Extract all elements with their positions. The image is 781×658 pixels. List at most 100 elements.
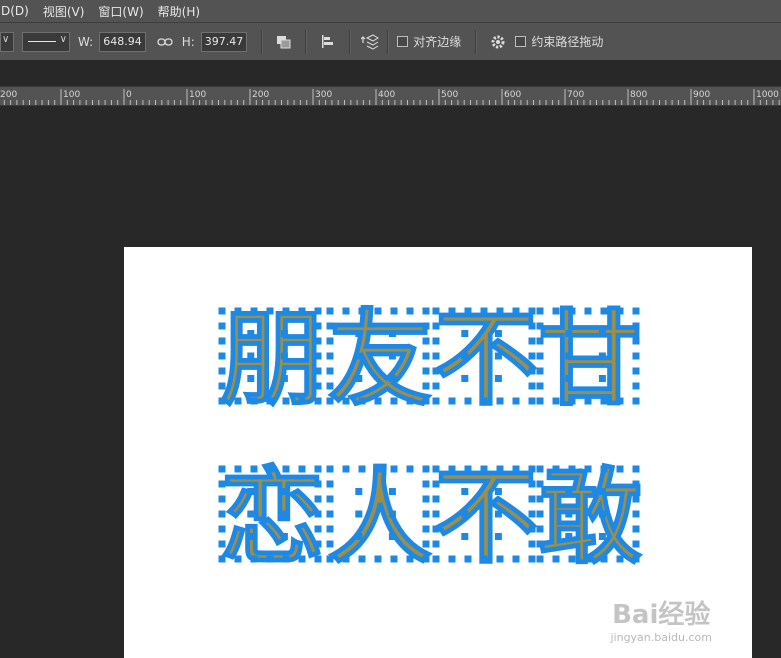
anchor-point[interactable] (494, 510, 502, 518)
anchor-point[interactable] (218, 510, 226, 518)
anchor-point[interactable] (314, 307, 322, 315)
anchor-point[interactable] (250, 397, 258, 405)
anchor-point[interactable] (326, 510, 334, 518)
path-alignment-icon[interactable] (319, 33, 337, 51)
anchor-point[interactable] (390, 465, 398, 473)
anchor-point[interactable] (358, 555, 366, 563)
anchor-point[interactable] (432, 555, 440, 563)
menu-item-help[interactable]: 帮助(H) (158, 3, 208, 20)
anchor-point[interactable] (598, 488, 606, 495)
anchor-point[interactable] (565, 330, 573, 337)
anchor-point[interactable] (480, 465, 488, 473)
anchor-point[interactable] (528, 465, 536, 473)
anchor-point[interactable] (565, 352, 573, 360)
anchor-point[interactable] (432, 352, 440, 360)
constrain-path-checkbox[interactable] (515, 36, 527, 47)
anchor-point[interactable] (247, 510, 255, 518)
anchor-point[interactable] (632, 337, 640, 345)
anchor-point[interactable] (464, 397, 472, 405)
anchor-point[interactable] (632, 495, 640, 503)
anchor-point[interactable] (314, 540, 322, 548)
anchor-point[interactable] (528, 382, 536, 390)
anchor-point[interactable] (494, 533, 502, 540)
anchor-point[interactable] (616, 465, 624, 473)
menu-item-window[interactable]: 窗口(W) (98, 3, 151, 20)
anchor-point[interactable] (528, 555, 536, 563)
link-icon[interactable] (156, 33, 174, 51)
anchor-point[interactable] (565, 488, 573, 495)
anchor-point[interactable] (342, 307, 350, 315)
anchor-point[interactable] (616, 555, 624, 563)
anchor-point[interactable] (598, 352, 606, 360)
anchor-point[interactable] (422, 525, 430, 533)
height-input[interactable]: 397.47 (200, 31, 248, 52)
anchor-point[interactable] (528, 510, 536, 518)
anchor-point[interactable] (461, 352, 469, 360)
anchor-point[interactable] (298, 397, 306, 405)
anchor-point[interactable] (464, 307, 472, 315)
anchor-point[interactable] (598, 533, 606, 540)
anchor-point[interactable] (280, 510, 288, 518)
anchor-point[interactable] (632, 397, 640, 405)
anchor-point[interactable] (314, 480, 322, 488)
anchor-point[interactable] (218, 337, 226, 345)
path-operations-icon[interactable] (275, 33, 293, 51)
anchor-point[interactable] (422, 397, 430, 405)
anchor-point[interactable] (600, 465, 608, 473)
anchor-point[interactable] (388, 352, 396, 360)
anchor-point[interactable] (584, 465, 592, 473)
anchor-point[interactable] (326, 540, 334, 548)
anchor-point[interactable] (565, 510, 573, 518)
anchor-point[interactable] (314, 555, 322, 563)
anchor-point[interactable] (326, 367, 334, 375)
anchor-point[interactable] (234, 307, 242, 315)
anchor-point[interactable] (422, 510, 430, 518)
anchor-point[interactable] (432, 510, 440, 518)
anchor-point[interactable] (528, 480, 536, 488)
anchor-point[interactable] (314, 322, 322, 330)
anchor-point[interactable] (388, 510, 396, 518)
anchor-point[interactable] (494, 375, 502, 382)
anchor-point[interactable] (432, 540, 440, 548)
anchor-point[interactable] (314, 367, 322, 375)
anchor-point[interactable] (390, 555, 398, 563)
anchor-point[interactable] (528, 495, 536, 503)
gear-icon[interactable] (489, 33, 507, 51)
anchor-point[interactable] (406, 307, 414, 315)
anchor-point[interactable] (280, 488, 288, 495)
anchor-point[interactable] (568, 555, 576, 563)
anchor-point[interactable] (342, 555, 350, 563)
anchor-point[interactable] (616, 397, 624, 405)
anchor-point[interactable] (298, 555, 306, 563)
anchor-point[interactable] (326, 307, 334, 315)
anchor-point[interactable] (528, 352, 536, 360)
anchor-point[interactable] (314, 495, 322, 503)
anchor-point[interactable] (536, 337, 544, 345)
anchor-point[interactable] (390, 307, 398, 315)
anchor-point[interactable] (432, 397, 440, 405)
anchor-point[interactable] (406, 397, 414, 405)
anchor-point[interactable] (326, 397, 334, 405)
anchor-point[interactable] (374, 465, 382, 473)
anchor-point[interactable] (448, 307, 456, 315)
anchor-point[interactable] (280, 330, 288, 337)
anchor-point[interactable] (374, 555, 382, 563)
menu-item-d[interactable]: D(D) (0, 4, 37, 18)
anchor-point[interactable] (552, 555, 560, 563)
anchor-point[interactable] (598, 330, 606, 337)
anchor-point[interactable] (374, 397, 382, 405)
anchor-point[interactable] (568, 397, 576, 405)
anchor-point[interactable] (632, 555, 640, 563)
anchor-point[interactable] (536, 555, 544, 563)
anchor-point[interactable] (218, 382, 226, 390)
anchor-point[interactable] (266, 555, 274, 563)
anchor-point[interactable] (632, 540, 640, 548)
anchor-point[interactable] (355, 533, 363, 540)
anchor-point[interactable] (422, 352, 430, 360)
anchor-point[interactable] (388, 533, 396, 540)
anchor-point[interactable] (600, 397, 608, 405)
anchor-point[interactable] (218, 307, 226, 315)
anchor-point[interactable] (266, 465, 274, 473)
anchor-point[interactable] (218, 367, 226, 375)
anchor-point[interactable] (616, 307, 624, 315)
